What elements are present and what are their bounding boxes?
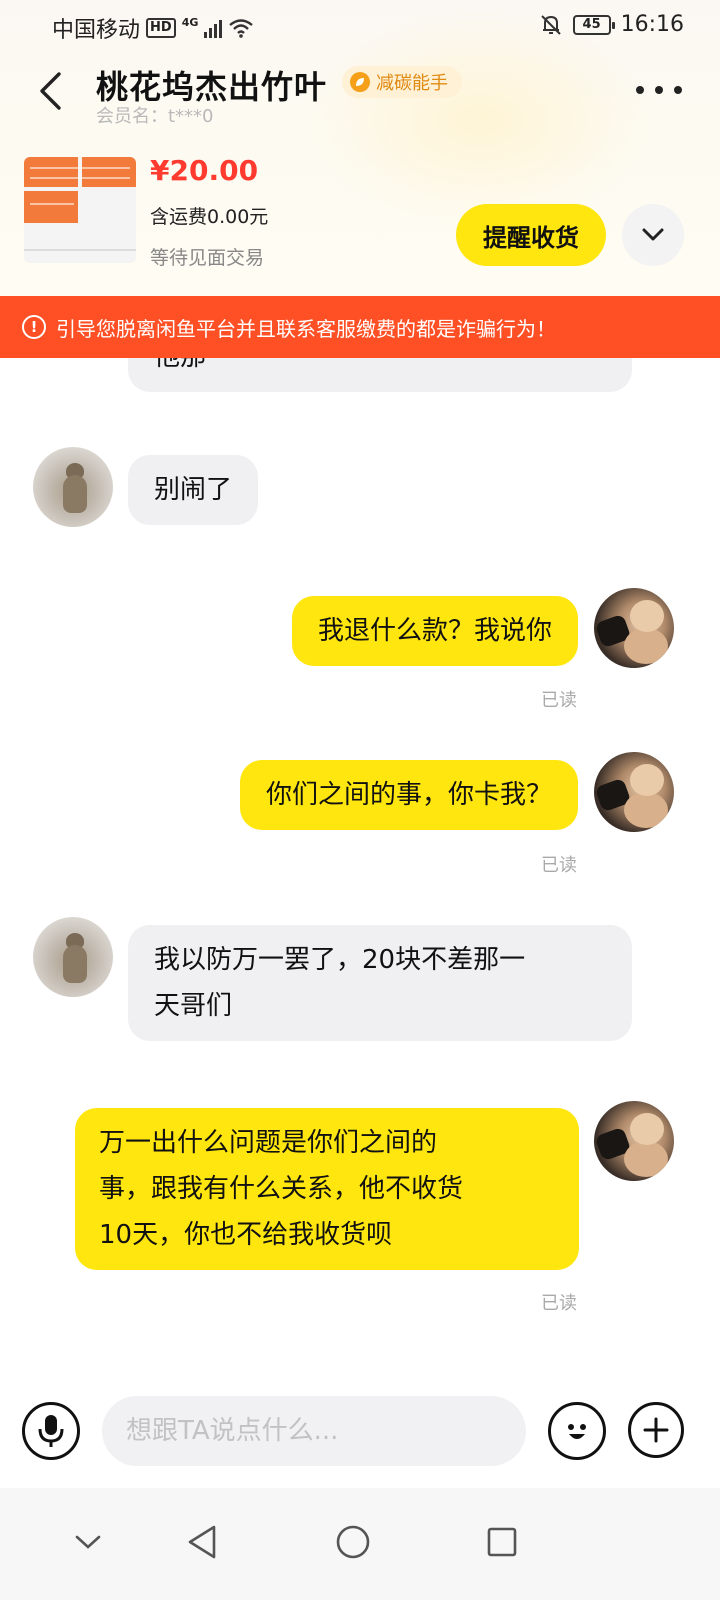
avatar[interactable] <box>594 1101 674 1181</box>
fraud-warning-banner: ! 引导您脱离闲鱼平台并且联系客服缴费的都是诈骗行为！ <box>0 296 720 358</box>
status-bar: 中国移动 HD 4G 45 16:16 <box>0 0 720 50</box>
battery-icon: 45 <box>572 14 615 35</box>
plus-icon <box>643 1417 669 1443</box>
message-bubble[interactable]: 你们之间的事，你卡我？ <box>239 760 578 830</box>
system-home-button[interactable] <box>323 1512 383 1572</box>
message-text-line: 我以防万一罢了，20块不差那一 <box>154 945 526 975</box>
status-left: 中国移动 HD 4G <box>52 12 254 44</box>
product-thumbnail[interactable] <box>24 157 136 263</box>
read-receipt: 已读 <box>541 1293 577 1314</box>
remind-receipt-button[interactable]: 提醒收货 <box>456 204 606 266</box>
mute-bell-icon <box>540 14 561 35</box>
message-bubble[interactable]: 别闹了 <box>128 455 259 525</box>
smiley-icon <box>568 1424 586 1439</box>
message-text: 别闹了 <box>154 475 233 505</box>
avatar[interactable] <box>33 917 113 997</box>
message-text-line: 10天，你也不给我收货呗 <box>99 1220 393 1250</box>
system-recents-button[interactable] <box>472 1512 532 1572</box>
avatar[interactable] <box>594 752 674 832</box>
hd-icon: HD <box>146 18 176 38</box>
badge-label: 减碳能手 <box>376 73 448 94</box>
product-price: ¥20.00 <box>150 154 259 187</box>
alert-icon: ! <box>22 315 46 339</box>
expand-button[interactable] <box>622 204 684 266</box>
square-recents-icon <box>487 1527 517 1557</box>
system-back-button[interactable] <box>172 1512 232 1572</box>
user-badge: 减碳能手 <box>342 66 462 98</box>
message-input[interactable] <box>102 1396 526 1466</box>
microphone-icon <box>38 1415 64 1447</box>
carrier-label: 中国移动 <box>52 18 141 43</box>
message-bubble[interactable]: 万一出什么问题是你们之间的 事，跟我有什么关系，他不收货 10天，你也不给我收货… <box>75 1108 579 1270</box>
message-text-line: 事，跟我有什么关系，他不收货 <box>99 1174 464 1204</box>
back-button[interactable] <box>30 66 70 116</box>
chevron-down-icon <box>75 1535 101 1549</box>
member-name: 会员名：t***0 <box>96 106 214 127</box>
warning-text: 引导您脱离闲鱼平台并且联系客服缴费的都是诈骗行为！ <box>56 316 556 341</box>
circle-home-icon <box>336 1525 370 1559</box>
wifi-icon <box>229 19 254 38</box>
message-text: 我退什么款？我说你 <box>317 616 552 646</box>
chevron-left-icon <box>40 72 61 110</box>
signal-icon <box>204 18 223 38</box>
message-text-line: 万一出什么问题是你们之间的 <box>99 1128 438 1158</box>
status-right: 45 16:16 <box>539 12 684 37</box>
message-text: 你们之间的事，你卡我？ <box>265 780 552 810</box>
avatar[interactable] <box>33 447 113 527</box>
more-actions-button[interactable] <box>628 1402 684 1458</box>
system-navigation-bar <box>0 1488 720 1600</box>
clock-label: 16:16 <box>620 12 684 37</box>
avatar[interactable] <box>594 588 674 668</box>
message-bubble[interactable]: 我退什么款？我说你 <box>291 596 578 666</box>
network-type-label: 4G <box>181 15 199 29</box>
message-text-line: 天哥们 <box>154 991 233 1021</box>
hide-nav-button[interactable] <box>58 1512 118 1572</box>
leaf-icon <box>350 72 370 92</box>
triangle-back-icon <box>188 1525 216 1559</box>
emoji-button[interactable] <box>548 1402 606 1460</box>
more-options-button[interactable] <box>636 78 682 102</box>
read-receipt: 已读 <box>541 855 577 876</box>
read-receipt: 已读 <box>541 690 577 711</box>
message-bubble[interactable]: 我以防万一罢了，20块不差那一 天哥们 <box>128 925 632 1041</box>
voice-input-button[interactable] <box>22 1402 80 1460</box>
chevron-down-icon <box>642 228 664 241</box>
shipping-fee: 含运费0.00元 <box>150 206 269 228</box>
trade-status: 等待见面交易 <box>150 247 265 269</box>
